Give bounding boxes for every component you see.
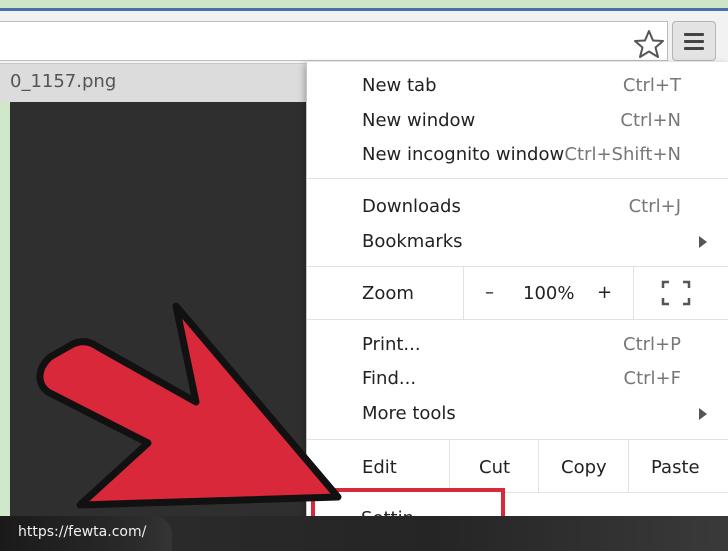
menu-item-label: New window — [362, 110, 476, 131]
menu-separator — [307, 266, 728, 267]
menu-item-label: Find... — [362, 368, 417, 389]
menu-item-label: New incognito window — [362, 144, 565, 165]
menu-separator — [307, 178, 728, 179]
menu-item-new-window[interactable]: New window Ctrl+N — [307, 104, 728, 138]
menu-item-shortcut: Ctrl+P — [623, 334, 681, 355]
status-url-text: https://fewta.com/ — [18, 524, 147, 540]
menu-separator — [307, 319, 728, 320]
menu-item-shortcut: Ctrl+N — [620, 110, 681, 131]
fullscreen-icon[interactable] — [661, 280, 691, 306]
zoom-divider — [633, 267, 634, 319]
menu-bar-icon — [684, 33, 704, 36]
toolbar — [0, 11, 728, 64]
menu-item-label: More tools — [362, 403, 456, 424]
status-bar: https://fewta.com/ — [0, 516, 728, 551]
window-edge — [0, 102, 10, 522]
zoom-out-button[interactable]: – — [485, 282, 494, 303]
cut-button[interactable]: Cut — [479, 457, 510, 478]
zoom-level: 100% — [523, 283, 575, 304]
paste-button[interactable]: Paste — [651, 457, 700, 478]
menu-item-label: Print... — [362, 334, 421, 355]
menu-item-label: Downloads — [362, 196, 461, 217]
submenu-arrow-icon — [699, 236, 707, 248]
title-strip — [0, 0, 728, 11]
page-content — [10, 102, 306, 522]
edit-divider — [449, 440, 450, 492]
browser-window: 0_1157.png New tab Ctrl+T New window Ctr… — [0, 0, 728, 551]
menu-item-shortcut: Ctrl+F — [623, 368, 681, 389]
menu-item-shortcut: Ctrl+J — [628, 196, 681, 217]
menu-item-new-tab[interactable]: New tab Ctrl+T — [307, 69, 728, 103]
zoom-label: Zoom — [362, 283, 414, 304]
zoom-divider — [463, 267, 464, 319]
chrome-menu-button[interactable] — [672, 21, 716, 61]
menu-item-downloads[interactable]: Downloads Ctrl+J — [307, 190, 728, 224]
zoom-in-button[interactable]: + — [597, 282, 612, 303]
copy-button[interactable]: Copy — [561, 457, 607, 478]
menu-bar-icon — [684, 47, 704, 50]
menu-separator — [307, 439, 728, 440]
menu-item-label: New tab — [362, 75, 437, 96]
menu-item-print[interactable]: Print... Ctrl+P — [307, 328, 728, 362]
bookmark-star-icon[interactable] — [633, 29, 665, 59]
menu-item-find[interactable]: Find... Ctrl+F — [307, 362, 728, 396]
menu-bar-icon — [684, 40, 704, 43]
menu-item-new-incognito-window[interactable]: New incognito window Ctrl+Shift+N — [307, 138, 728, 172]
tab-title: 0_1157.png — [10, 71, 117, 92]
menu-item-label: Bookmarks — [362, 231, 463, 252]
chrome-menu: New tab Ctrl+T New window Ctrl+N New inc… — [306, 62, 728, 522]
menu-item-more-tools[interactable]: More tools — [307, 397, 728, 431]
edit-label: Edit — [362, 457, 397, 478]
menu-item-shortcut: Ctrl+Shift+N — [564, 144, 681, 165]
status-url-bubble: https://fewta.com/ — [0, 516, 172, 551]
submenu-arrow-icon — [699, 408, 707, 420]
address-bar[interactable] — [0, 21, 668, 61]
menu-item-shortcut: Ctrl+T — [622, 75, 681, 96]
page-tab[interactable]: 0_1157.png — [0, 64, 306, 103]
menu-item-bookmarks[interactable]: Bookmarks — [307, 225, 728, 259]
edit-divider — [628, 440, 629, 492]
edit-divider — [538, 440, 539, 492]
